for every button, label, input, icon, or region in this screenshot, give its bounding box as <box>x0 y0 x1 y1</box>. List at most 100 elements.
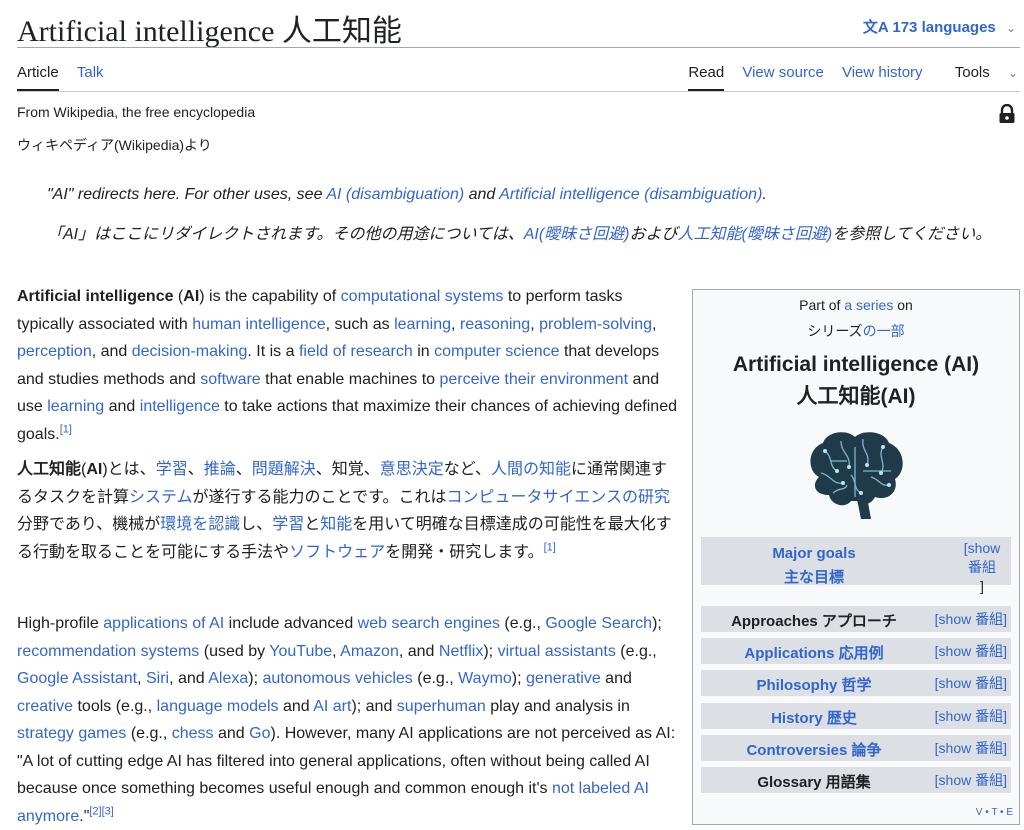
wiki-link[interactable]: 学習 <box>272 516 304 533</box>
tab-view-history[interactable]: View history <box>842 64 923 89</box>
body-text: and <box>104 398 140 415</box>
body-text: ." <box>79 807 90 825</box>
tab-talk[interactable]: Talk <box>77 64 104 89</box>
sidebar-section-row: Approaches アプローチ [show 番組] <box>701 606 1011 632</box>
wiki-link[interactable]: web search engines <box>358 615 500 632</box>
body-text: , <box>451 315 460 333</box>
wiki-link[interactable]: 推論 <box>204 461 236 478</box>
wiki-link[interactable]: recommendation systems <box>17 643 199 660</box>
wiki-link[interactable]: Google Search <box>545 615 652 632</box>
wiki-link[interactable]: strategy games <box>17 725 126 742</box>
wiki-link[interactable]: Go <box>249 725 270 742</box>
wiki-link[interactable]: コンピュータサイエンスの研究 <box>446 489 670 506</box>
wiki-link[interactable]: field of research <box>299 343 413 360</box>
wiki-link[interactable]: virtual assistants <box>498 643 616 660</box>
wiki-link[interactable]: computer science <box>434 343 559 360</box>
tab-view-source[interactable]: View source <box>742 64 823 89</box>
tab-article[interactable]: Article <box>17 64 59 91</box>
sidebar-section-label[interactable]: Controversies 論争 <box>701 739 927 760</box>
wiki-link[interactable]: 学習 <box>156 461 188 478</box>
wiki-link[interactable]: 知能 <box>320 516 352 533</box>
tab-tools[interactable]: Tools ⌄ <box>941 64 1018 97</box>
body-text: 、 <box>235 461 252 478</box>
major-goals-en: Major goals <box>772 545 856 562</box>
wiki-link[interactable]: language models <box>157 698 279 715</box>
wiki-link[interactable]: learning <box>394 316 451 333</box>
wiki-link[interactable]: reasoning <box>460 316 530 333</box>
series-title-ja: 人工知能(AI) <box>796 385 916 408</box>
wiki-link[interactable]: human intelligence <box>192 316 325 333</box>
wiki-link[interactable]: perception <box>17 343 92 360</box>
wiki-link[interactable]: learning <box>47 398 104 415</box>
sidebar-section-toggle[interactable]: [show 番組] <box>935 706 1007 726</box>
wiki-link[interactable]: Alexa <box>208 670 248 687</box>
citation-link[interactable]: [1] <box>544 541 556 553</box>
toggle-show: [show <box>963 540 1001 556</box>
wiki-link[interactable]: superhuman <box>397 698 486 715</box>
wiki-link[interactable]: 環境を認識 <box>160 516 240 533</box>
citation-link[interactable]: [2] <box>89 805 101 817</box>
hatnote-text: "AI" redirects here. For other uses, see <box>47 186 327 203</box>
body-text: ); <box>483 642 498 660</box>
bold-term: Artificial intelligence <box>17 288 174 305</box>
ai-full-disambiguation-link[interactable]: Artificial intelligence (disambiguation) <box>499 186 762 203</box>
sidebar-section-toggle[interactable]: [show 番組] <box>935 641 1007 661</box>
body-text: (used by <box>199 642 270 660</box>
series-link[interactable]: a series <box>844 297 893 313</box>
language-count: 173 languages <box>892 19 996 36</box>
wiki-link[interactable]: 問題解決 <box>252 461 316 478</box>
major-goals-label[interactable]: Major goals 主な目標 <box>701 542 927 590</box>
ai-disambiguation-link-ja[interactable]: AI(曖昧さ回避) <box>524 226 630 243</box>
hatnote-ja: 「AI」はここにリダイレクトされます。その他の用途については、AI(曖昧さ回避)… <box>47 221 1017 249</box>
wiki-link[interactable]: 人間の知能 <box>491 461 571 478</box>
sidebar-section-toggle[interactable]: [show 番組] <box>935 770 1007 790</box>
body-text: , such as <box>325 315 395 333</box>
body-text: High-profile <box>17 615 104 632</box>
body-text: など、 <box>443 461 491 478</box>
wiki-link[interactable]: Siri <box>146 670 169 687</box>
wiki-link[interactable]: creative <box>17 698 73 715</box>
wiki-link[interactable]: AI art <box>313 698 351 715</box>
sidebar-section-label[interactable]: History 歴史 <box>701 707 927 728</box>
applications-paragraph: High-profile applications of AI include … <box>17 610 682 830</box>
major-goals-toggle[interactable]: [show 番組] <box>957 539 1007 596</box>
sidebar-section-toggle[interactable]: [show 番組] <box>935 673 1007 693</box>
wiki-link[interactable]: software <box>200 371 260 388</box>
language-selector-button[interactable]: 文A 173 languages ⌄ <box>863 16 1016 37</box>
wiki-link[interactable]: intelligence <box>140 398 220 415</box>
wiki-link[interactable]: Amazon <box>340 643 399 660</box>
body-text: (e.g., <box>615 642 657 660</box>
series-title-en: Artificial intelligence (AI) <box>732 353 980 376</box>
wiki-link[interactable]: computational systems <box>341 288 504 305</box>
wiki-link[interactable]: ソフトウェア <box>289 544 385 561</box>
lock-icon[interactable] <box>998 104 1016 124</box>
wiki-link[interactable]: YouTube <box>269 643 332 660</box>
wiki-link[interactable]: 意思決定 <box>380 461 444 478</box>
wiki-link[interactable]: generative <box>526 670 601 687</box>
navbox-vte-links[interactable]: V • T • E <box>976 807 1013 818</box>
wiki-link[interactable]: perceive their environment <box>439 371 628 388</box>
ai-disambiguation-link[interactable]: AI (disambiguation) <box>326 186 464 203</box>
citation-link[interactable]: [3] <box>102 805 114 817</box>
wiki-link[interactable]: applications of AI <box>103 615 224 632</box>
ai-full-disambiguation-link-ja[interactable]: 人工知能(曖昧さ回避) <box>678 226 833 243</box>
sidebar-section-label[interactable]: Applications 応用例 <box>701 642 927 663</box>
wiki-link[interactable]: chess <box>172 725 214 742</box>
wiki-link[interactable]: Google Assistant <box>17 670 137 687</box>
wiki-link[interactable]: autonomous vehicles <box>262 670 412 687</box>
series-link-ja[interactable]: の一部 <box>863 323 905 339</box>
sidebar-section-toggle[interactable]: [show 番組] <box>935 738 1007 758</box>
wiki-link[interactable]: Netflix <box>439 643 483 660</box>
wiki-link[interactable]: problem-solving <box>539 316 652 333</box>
citation-link[interactable]: [1] <box>60 423 72 435</box>
wiki-link[interactable]: Waymo <box>458 670 512 687</box>
series-title[interactable]: Artificial intelligence (AI) 人工知能(AI) <box>693 349 1019 413</box>
brain-circuit-icon[interactable] <box>801 427 911 523</box>
sidebar-section-toggle[interactable]: [show 番組] <box>935 609 1007 629</box>
sidebar-section-label[interactable]: Philosophy 哲学 <box>701 674 927 695</box>
wiki-link[interactable]: decision-making <box>132 343 248 360</box>
bold-term: AI <box>183 288 200 305</box>
body-text: (e.g., <box>126 725 172 742</box>
tab-read[interactable]: Read <box>688 64 725 91</box>
wiki-link[interactable]: システム <box>129 489 193 506</box>
